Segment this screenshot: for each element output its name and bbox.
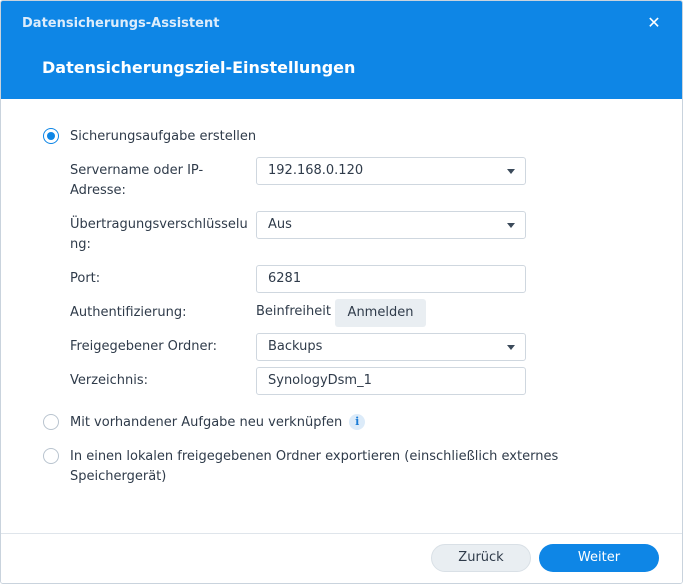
directory-label: Verzeichnis:	[70, 373, 149, 388]
chevron-down-icon	[507, 345, 515, 350]
server-value: 192.168.0.120	[268, 163, 364, 178]
option-export-local-label: In einen lokalen freigegebenen Ordner ex…	[70, 449, 559, 484]
encryption-label: Übertragungsverschlüsselung:	[70, 217, 248, 252]
info-icon[interactable]: i	[349, 414, 366, 430]
dialog-footer: Zurück Weiter	[1, 533, 682, 583]
chevron-down-icon	[507, 223, 515, 228]
option-export-local[interactable]: In einen lokalen freigegebenen Ordner ex…	[43, 447, 603, 487]
encryption-value: Aus	[268, 217, 292, 232]
auth-label: Authentifizierung:	[70, 305, 187, 320]
encryption-select[interactable]: Aus	[256, 211, 526, 239]
auth-value: Beinfreiheit	[256, 304, 331, 319]
radio-create-task[interactable]	[43, 128, 59, 144]
directory-input[interactable]: SynologyDsm_1	[256, 367, 526, 395]
server-label: Servername oder IP-Adresse:	[70, 163, 204, 198]
server-select[interactable]: 192.168.0.120	[256, 157, 526, 185]
window-title: Datensicherungs-Assistent	[22, 16, 220, 31]
step-title: Datensicherungsziel-Einstellungen	[42, 58, 356, 77]
port-value: 6281	[268, 271, 302, 286]
next-button[interactable]: Weiter	[539, 544, 659, 572]
option-relink-task-label: Mit vorhandener Aufgabe neu verknüpfen	[70, 415, 343, 430]
back-button[interactable]: Zurück	[431, 544, 531, 572]
option-create-task[interactable]: Sicherungsaufgabe erstellen	[43, 127, 256, 147]
dialog-body: Sicherungsaufgabe erstellen Servername o…	[1, 99, 682, 535]
port-input[interactable]: 6281	[256, 265, 526, 293]
shared-folder-select[interactable]: Backups	[256, 333, 526, 361]
option-create-task-label: Sicherungsaufgabe erstellen	[70, 129, 257, 144]
radio-relink-task[interactable]	[43, 414, 59, 430]
directory-value: SynologyDsm_1	[268, 373, 372, 388]
option-relink-task[interactable]: Mit vorhandener Aufgabe neu verknüpfen i	[43, 413, 366, 433]
backup-wizard-dialog: Datensicherungs-Assistent ✕ Datensicheru…	[0, 0, 683, 584]
port-label: Port:	[70, 271, 101, 286]
shared-folder-label: Freigegebener Ordner:	[70, 339, 217, 354]
dialog-header: Datensicherungs-Assistent ✕ Datensicheru…	[1, 1, 682, 99]
chevron-down-icon	[507, 169, 515, 174]
close-icon[interactable]: ✕	[644, 13, 664, 33]
radio-export-local[interactable]	[43, 448, 59, 464]
login-button[interactable]: Anmelden	[335, 299, 426, 327]
shared-folder-value: Backups	[268, 339, 323, 354]
